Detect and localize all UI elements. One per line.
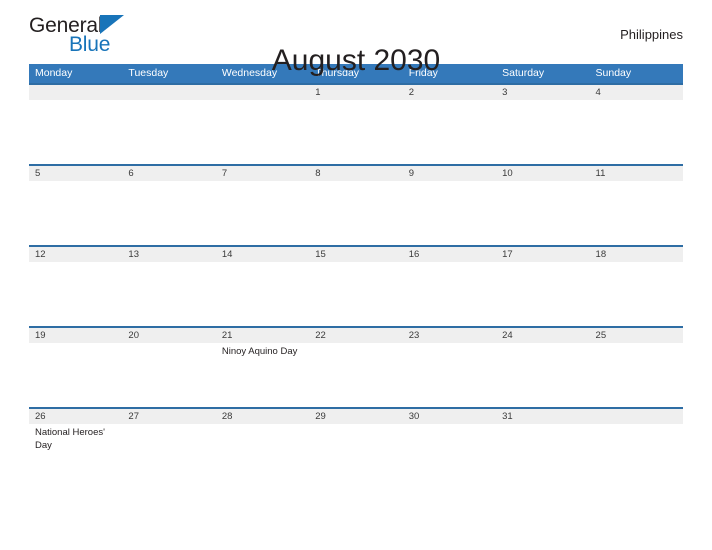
day-number-cell[interactable]: 27: [122, 409, 215, 424]
day-number-cell[interactable]: 17: [496, 247, 589, 262]
calendar-page: General Blue August 2030 Philippines Mon…: [0, 0, 712, 550]
week-event-band: Ninoy Aquino Day: [29, 343, 683, 407]
day-event-cell: [122, 343, 215, 407]
country-label: Philippines: [620, 26, 683, 42]
day-event-cell: [590, 100, 683, 164]
day-event-cell: [403, 262, 496, 326]
day-event-cell: [122, 100, 215, 164]
day-event-cell: [29, 181, 122, 245]
day-event-cell: [122, 262, 215, 326]
day-event-cell: [216, 100, 309, 164]
day-event-cell: [122, 181, 215, 245]
day-number-cell[interactable]: 20: [122, 328, 215, 343]
day-event-cell: [496, 343, 589, 407]
week-event-band: [29, 181, 683, 245]
day-number-cell[interactable]: 11: [590, 166, 683, 181]
day-number-cell[interactable]: 13: [122, 247, 215, 262]
day-number-cell[interactable]: 25: [590, 328, 683, 343]
day-number-cell[interactable]: 29: [309, 409, 402, 424]
day-event-cell: [403, 343, 496, 407]
day-event-cell: [216, 424, 309, 488]
day-event-cell[interactable]: Ninoy Aquino Day: [216, 343, 309, 407]
day-event-cell: [309, 181, 402, 245]
day-number-cell: [590, 409, 683, 424]
day-number-cell[interactable]: 21: [216, 328, 309, 343]
logo-triangle-icon: [100, 15, 124, 34]
page-title: August 2030: [271, 44, 441, 78]
calendar-grid: Monday Tuesday Wednesday Thursday Friday…: [29, 64, 683, 488]
day-number-cell[interactable]: 14: [216, 247, 309, 262]
day-event-cell: [122, 424, 215, 488]
day-event-cell: [496, 100, 589, 164]
day-number-cell[interactable]: 12: [29, 247, 122, 262]
day-event-cell: [590, 181, 683, 245]
day-number-cell[interactable]: 23: [403, 328, 496, 343]
calendar-week-row: 12 13 14 15 16 17 18: [29, 245, 683, 326]
holiday-label: National Heroes' Day: [35, 427, 105, 451]
day-event-cell: [496, 424, 589, 488]
day-number-cell[interactable]: 3: [496, 85, 589, 100]
day-event-cell: [309, 424, 402, 488]
day-number-cell[interactable]: 4: [590, 85, 683, 100]
week-event-band: [29, 262, 683, 326]
day-number-cell: [29, 85, 122, 100]
day-number-cell[interactable]: 30: [403, 409, 496, 424]
day-event-cell: [496, 181, 589, 245]
day-number-cell[interactable]: 26: [29, 409, 122, 424]
page-header: General Blue August 2030 Philippines: [29, 0, 683, 76]
day-number-cell[interactable]: 5: [29, 166, 122, 181]
day-number-cell: [216, 85, 309, 100]
week-date-band: 5 6 7 8 9 10 11: [29, 164, 683, 181]
week-date-band: 12 13 14 15 16 17 18: [29, 245, 683, 262]
day-number-cell[interactable]: 8: [309, 166, 402, 181]
day-event-cell: [309, 100, 402, 164]
day-number-cell[interactable]: 28: [216, 409, 309, 424]
calendar-week-row: 1234: [29, 83, 683, 164]
day-number-cell[interactable]: 24: [496, 328, 589, 343]
day-number-cell[interactable]: 31: [496, 409, 589, 424]
holiday-label: Ninoy Aquino Day: [221, 346, 298, 357]
day-event-cell: [403, 181, 496, 245]
day-number-cell[interactable]: 10: [496, 166, 589, 181]
day-number-cell[interactable]: 7: [216, 166, 309, 181]
day-event-cell[interactable]: National Heroes' Day: [29, 424, 122, 488]
calendar-week-row: 5 6 7 8 9 10 11: [29, 164, 683, 245]
day-event-cell: [216, 181, 309, 245]
day-number-cell[interactable]: 9: [403, 166, 496, 181]
day-event-cell: [29, 262, 122, 326]
day-number-cell[interactable]: 15: [309, 247, 402, 262]
calendar-week-row: 26 27 28 29 30 31 National Heroes' Day: [29, 407, 683, 488]
day-event-cell: [309, 262, 402, 326]
week-event-band: National Heroes' Day: [29, 424, 683, 488]
day-event-cell: [309, 343, 402, 407]
day-number-cell[interactable]: 16: [403, 247, 496, 262]
week-event-band: [29, 100, 683, 164]
day-event-cell: [403, 424, 496, 488]
day-event-cell: [29, 100, 122, 164]
day-number-cell[interactable]: 22: [309, 328, 402, 343]
calendar-weeks: 1 2 3 4 5 6 7 8 9 10 11 12 13 14 15 16 17 18 19 20 21 22 23 24 2…: [29, 83, 683, 488]
day-event-cell: [29, 343, 122, 407]
day-event-cell: [216, 262, 309, 326]
day-number-cell: [122, 85, 215, 100]
calendar-week-row: 19 20 21 22 23 24 25 Ninoy Aquino Day: [29, 326, 683, 407]
day-event-cell: [403, 100, 496, 164]
day-event-cell: [590, 262, 683, 326]
day-number-cell[interactable]: 6: [122, 166, 215, 181]
day-event-cell: [496, 262, 589, 326]
day-number-cell[interactable]: 2: [403, 85, 496, 100]
week-date-band: 26 27 28 29 30 31: [29, 407, 683, 424]
week-date-band: 1234: [29, 83, 683, 100]
day-event-cell: [590, 343, 683, 407]
week-date-band: 19 20 21 22 23 24 25: [29, 326, 683, 343]
day-event-cell: [590, 424, 683, 488]
day-number-cell[interactable]: 18: [590, 247, 683, 262]
day-number-cell[interactable]: 1: [309, 85, 402, 100]
day-number-cell[interactable]: 19: [29, 328, 122, 343]
